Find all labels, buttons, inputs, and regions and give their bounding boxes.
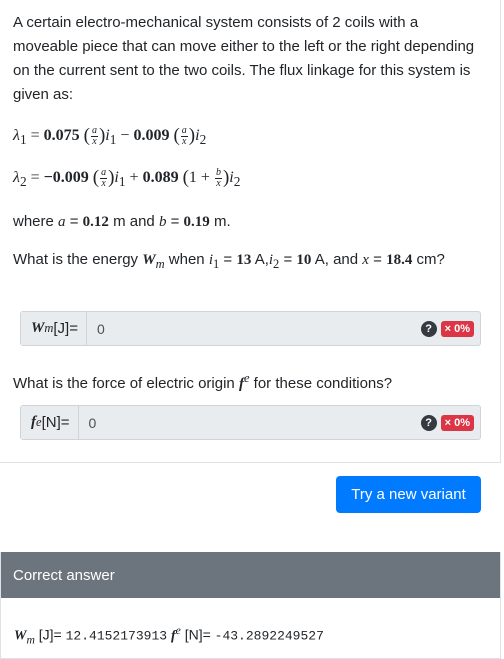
question-mark-icon[interactable]: ? bbox=[420, 414, 437, 431]
score-badge: × 0% bbox=[440, 414, 474, 431]
force-input-label: f e [N]= bbox=[21, 406, 79, 439]
force-input-group: fe[N]= ? × 0% bbox=[20, 405, 481, 440]
correct-answer-header: Correct answer bbox=[1, 552, 500, 598]
where-text: where a = 0.12 m and b = 0.19 m. bbox=[13, 213, 231, 230]
correct-answer-card: Correct answer Wm [J]= 12.4152173913 fe … bbox=[0, 552, 501, 659]
score-badge: × 0% bbox=[440, 320, 474, 337]
flux-equation-2: λ2 = −0.009 (a x)i1 + 0.089 (1 + b x)i2 bbox=[13, 166, 241, 190]
energy-input-group: Wm[J]= ? × 0% bbox=[20, 311, 481, 346]
energy-answer-value: 12.4152173913 bbox=[65, 628, 168, 644]
energy-input-label: Wm [J]= bbox=[21, 312, 87, 345]
correct-answer-values: Wm [J]= 12.4152173913 fe [N]= -43.289224… bbox=[14, 624, 324, 647]
question-panel: A certain electro-mechanical system cons… bbox=[0, 0, 501, 463]
flux-equation-1: λ1 = 0.075 (a x)i1 − 0.009 (a x)i2 bbox=[13, 124, 207, 148]
force-answer-value: -43.2892249527 bbox=[214, 628, 324, 644]
force-input[interactable] bbox=[78, 406, 421, 439]
try-new-variant-button[interactable]: Try a new variant bbox=[336, 476, 481, 513]
energy-question: What is the energy Wm when i1 = 13 A,i2 … bbox=[13, 251, 445, 271]
energy-input[interactable] bbox=[86, 312, 421, 345]
question-mark-icon[interactable]: ? bbox=[420, 320, 437, 337]
force-question: What is the force of electric origin fe … bbox=[13, 371, 393, 392]
question-intro: A certain electro-mechanical system cons… bbox=[13, 14, 475, 103]
